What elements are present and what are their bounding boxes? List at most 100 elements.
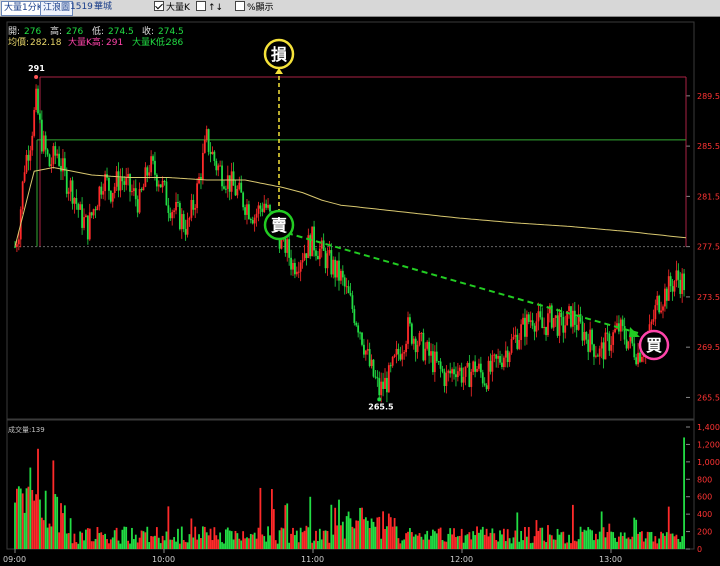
volume-bar [40, 517, 43, 549]
volume-bar [152, 536, 154, 549]
volume-bar [621, 536, 624, 549]
volume-bar [405, 533, 407, 549]
candle-body [111, 192, 114, 202]
volume-bar [393, 518, 396, 549]
volume-bar [462, 542, 465, 549]
volume-bar [424, 534, 427, 549]
volume-bar [85, 529, 87, 549]
candle-body [547, 313, 549, 336]
candle-body [370, 359, 373, 366]
volume-bar [487, 536, 490, 549]
volume-bar [175, 541, 177, 549]
arrow-checkbox[interactable] [196, 1, 206, 11]
bigk-checkbox[interactable] [154, 1, 164, 11]
candle-body [228, 175, 231, 192]
volume-bar [278, 530, 281, 549]
volume-bar [177, 528, 179, 549]
volume-bar [587, 527, 590, 549]
candle-body [541, 317, 544, 329]
candle-body [131, 191, 133, 193]
arrow-label: ↑↓ [208, 3, 224, 13]
tab-detail[interactable]: 江浪圖 [40, 1, 74, 16]
volume-bar [654, 536, 657, 549]
candle-body [132, 188, 135, 192]
candle-body [238, 182, 241, 190]
volume-bar [232, 539, 235, 549]
candle-body [437, 361, 440, 363]
candle-body [665, 288, 668, 301]
candle-body [679, 279, 682, 294]
volume-bar [412, 536, 415, 549]
candle-body [497, 356, 500, 359]
volume-bar [134, 534, 137, 549]
volume-bar [324, 530, 327, 549]
candle-body [571, 310, 574, 327]
volume-bar [637, 533, 639, 549]
candle-body [591, 329, 593, 345]
volume-bar [355, 520, 358, 549]
volume-bar [102, 534, 105, 549]
candle-body [502, 357, 505, 367]
volume-bar [336, 525, 338, 549]
candle-body [29, 150, 32, 161]
price-tick-label: 265.5 [697, 393, 720, 402]
candle-body [230, 171, 233, 192]
volume-bar [334, 507, 337, 549]
candle-body [552, 317, 555, 328]
volume-bar [54, 494, 57, 549]
volume-bar [63, 505, 66, 549]
candle-body [315, 250, 317, 256]
candle-body [37, 88, 39, 114]
volume-bar [318, 528, 321, 549]
arrow-option[interactable]: ↑↓ [196, 1, 223, 14]
volume-bar [504, 541, 507, 549]
candle-body [585, 332, 588, 340]
candle-body [71, 180, 74, 204]
volume-bar [646, 531, 649, 549]
tab-1min-chart[interactable]: 大量1分K [1, 1, 46, 16]
volume-bar [29, 467, 32, 549]
candle-body [129, 174, 131, 192]
volume-bar [658, 538, 661, 549]
volume-bar [65, 533, 68, 549]
volume-bar [468, 532, 471, 549]
volume-bar [560, 532, 563, 549]
candle-body [387, 365, 390, 393]
volume-bar [136, 542, 139, 549]
candle-body [539, 311, 542, 318]
volume-bar [376, 517, 379, 549]
candle-body [138, 189, 141, 213]
volume-bar [19, 488, 22, 549]
volume-bar [598, 531, 601, 549]
candle-body [458, 367, 461, 372]
candle-body [121, 177, 124, 182]
volume-bar [109, 539, 112, 549]
volume-bar [320, 539, 323, 549]
candle-body [165, 181, 168, 206]
peak-label: 291 [28, 64, 45, 73]
volume-bar [604, 537, 607, 549]
volume-bar [315, 530, 317, 549]
bigk-option[interactable]: 大量K [154, 1, 190, 14]
volume-bar [594, 533, 597, 549]
candle-body [100, 186, 103, 195]
volume-bar [257, 527, 260, 549]
volume-bar [428, 539, 431, 549]
candle-body [33, 109, 36, 136]
candle-body [516, 334, 519, 349]
candle-body [414, 338, 417, 353]
volume-bar [426, 530, 429, 549]
volume-bar [67, 533, 70, 549]
candle-body [261, 208, 264, 212]
candle-body [625, 339, 628, 349]
candle-body [247, 204, 250, 220]
volume-bar [94, 538, 97, 549]
percent-checkbox[interactable] [235, 1, 245, 11]
percent-option[interactable]: %顯示 [235, 1, 274, 14]
volume-bar [447, 533, 450, 549]
trade-annotations: 291 265.5 損賣買 [28, 38, 670, 411]
volume-bar [238, 538, 241, 549]
volume-bar [154, 535, 156, 549]
reference-lines [15, 76, 687, 248]
volume-bar [395, 526, 398, 549]
